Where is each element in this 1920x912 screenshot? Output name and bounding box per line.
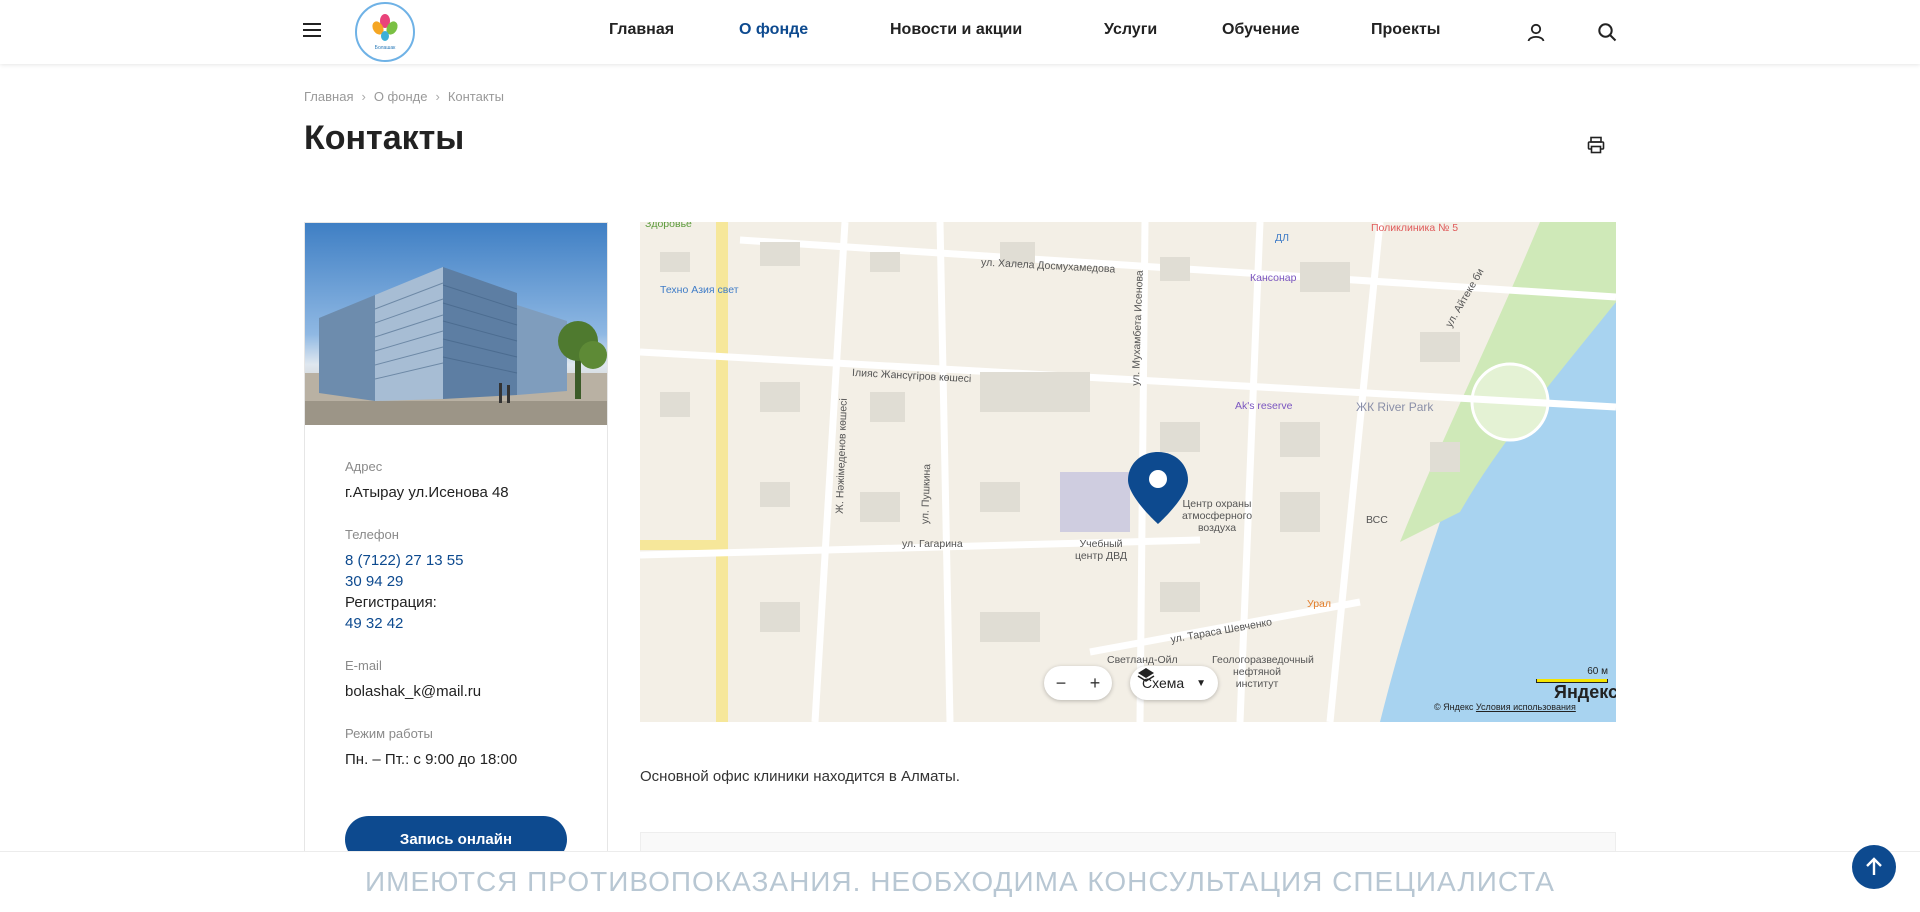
place-label[interactable]: Здоровье [645, 222, 692, 230]
nav-home[interactable]: Главная [609, 21, 674, 39]
logo-flower-icon [370, 13, 400, 44]
map-copyright: © Яндекс Условия использования [1434, 702, 1576, 712]
zoom-in-button[interactable]: + [1078, 666, 1112, 700]
place-label[interactable]: Поликлиника № 5 [1371, 222, 1458, 234]
place-label[interactable]: Техно Азия свет [660, 284, 739, 296]
place-label[interactable]: ВСС [1366, 514, 1388, 526]
email-value[interactable]: bolashak_k@mail.ru [345, 681, 567, 702]
breadcrumb-about[interactable]: О фонде [374, 89, 428, 104]
chevron-down-icon: ▼ [1196, 677, 1207, 689]
breadcrumb-home[interactable]: Главная [304, 89, 353, 104]
building-photo [305, 223, 607, 425]
zoom-control: − + [1044, 666, 1112, 700]
nav-news[interactable]: Новости и акции [890, 21, 1022, 39]
map-widget[interactable]: ул. Халела Досмухамедова Ілияс Жансүгіро… [640, 222, 1616, 722]
office-note: Основной офис клиники находится в Алматы… [640, 768, 960, 785]
logo-text: Болашак [374, 44, 396, 51]
nav-projects[interactable]: Проекты [1371, 21, 1440, 39]
user-icon[interactable] [1526, 22, 1546, 42]
address-label: Адрес [345, 459, 383, 474]
phone-link-1[interactable]: 8 (7122) 27 13 55 [345, 550, 567, 571]
nav-education[interactable]: Обучение [1222, 21, 1300, 39]
nav-services[interactable]: Услуги [1104, 21, 1157, 39]
site-header: Болашак Главная О фонде Новости и акции … [0, 0, 1920, 64]
site-logo[interactable]: Болашак [355, 2, 415, 62]
map-type-control[interactable]: Схема ▼ [1130, 666, 1219, 700]
menu-icon[interactable] [303, 23, 321, 39]
breadcrumb-current: Контакты [447, 89, 504, 104]
breadcrumb: Главная › О фонде › Контакты [304, 89, 504, 104]
phone-label: Телефон [345, 527, 399, 542]
breadcrumb-separator: › [361, 89, 366, 104]
building-illustration [305, 267, 607, 425]
place-label[interactable]: Учебный центр ДВД [1066, 538, 1136, 562]
search-icon[interactable] [1597, 22, 1617, 42]
layers-icon [1137, 668, 1155, 682]
address-value: г.Атырау ул.Исенова 48 [345, 484, 509, 501]
place-label[interactable]: Урал [1307, 598, 1331, 610]
place-label[interactable]: Ak's reserve [1235, 400, 1292, 412]
map-scale-label: 60 м [1587, 666, 1608, 677]
yandex-logo[interactable]: Яндекс [1554, 682, 1616, 703]
zoom-out-button[interactable]: − [1044, 666, 1078, 700]
breadcrumb-separator: › [435, 89, 440, 104]
hours-label: Режим работы [345, 726, 433, 741]
email-label: E-mail [345, 658, 382, 673]
scroll-to-top-button[interactable] [1852, 845, 1896, 889]
arrow-up-icon [1866, 857, 1882, 875]
street-label: ул. Гагарина [902, 538, 963, 550]
place-label[interactable]: Центр охраны атмосферного воздуха [1172, 498, 1262, 534]
street-label: ул. Пушкина [919, 463, 934, 525]
page-title: Контакты [304, 119, 465, 157]
registration-label: Регистрация: [345, 594, 437, 611]
place-label[interactable]: Светланд-Ойл [1107, 654, 1178, 666]
place-label[interactable]: ЖК River Park [1356, 400, 1433, 414]
registration-phone-link[interactable]: 49 32 42 [345, 613, 567, 634]
place-label[interactable]: ДЛ [1275, 232, 1289, 244]
contact-card: Адрес г.Атырау ул.Исенова 48 Телефон 8 (… [304, 222, 608, 912]
hours-value: Пн. – Пт.: с 9:00 до 18:00 [345, 751, 518, 768]
place-label[interactable]: Геологоразведочный нефтяной институт [1212, 654, 1314, 690]
place-label[interactable]: Кансонар [1250, 272, 1296, 284]
phone-link-2[interactable]: 30 94 29 [345, 571, 567, 592]
terms-link[interactable]: Условия использования [1476, 702, 1576, 712]
warning-text: ИМЕЮТСЯ ПРОТИВОПОКАЗАНИЯ. НЕОБХОДИМА КОН… [365, 866, 1555, 897]
print-icon[interactable] [1587, 136, 1605, 154]
nav-about[interactable]: О фонде [739, 21, 808, 39]
map-scale: 60 м [1536, 666, 1608, 683]
